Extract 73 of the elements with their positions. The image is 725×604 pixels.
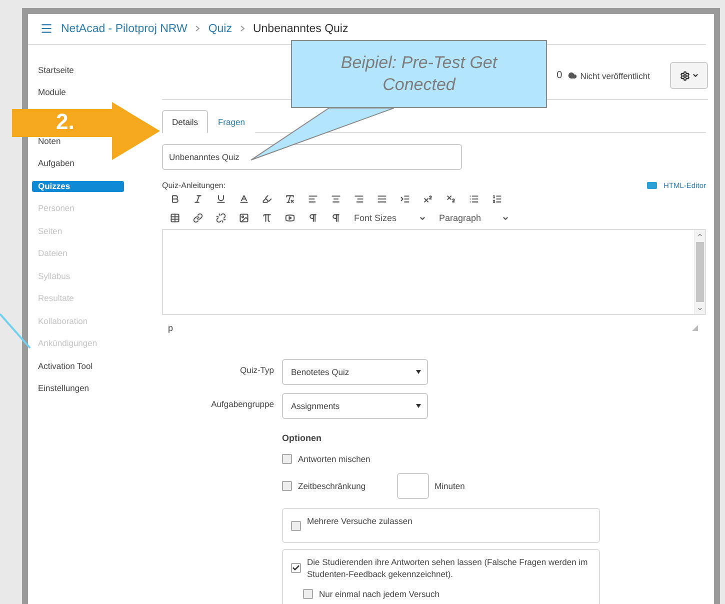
video-icon[interactable] — [285, 213, 295, 223]
breadcrumb-current: Unbenanntes Quiz — [252, 22, 348, 35]
font-size-dropdown[interactable]: Font Sizes — [354, 213, 426, 223]
select-field[interactable]: Assignments — [282, 392, 428, 418]
unit-label: Minuten — [434, 480, 465, 490]
settings-icon — [680, 70, 690, 80]
breadcrumb-link[interactable]: NetAcad - Pilotproj NRW — [61, 22, 188, 35]
superscript-icon[interactable] — [423, 194, 433, 204]
scroll-down-icon[interactable] — [697, 306, 703, 312]
breadcrumb-link[interactable]: Quiz — [208, 22, 232, 35]
option-label: Mehrere Versuche zulassen — [307, 514, 412, 528]
subscript-icon[interactable] — [446, 194, 456, 204]
cloud-icon — [568, 71, 578, 80]
sidebar-item[interactable]: Quizzes — [32, 180, 124, 192]
options-heading: Optionen — [282, 432, 322, 442]
select-field[interactable]: Benotetes Quiz — [282, 358, 428, 384]
link-icon[interactable] — [193, 213, 203, 223]
editor-label: Quiz-Anleitungen: — [162, 180, 226, 190]
highlighter-icon[interactable] — [262, 194, 272, 204]
resize-handle-icon[interactable] — [692, 324, 698, 330]
tab[interactable]: Details — [162, 110, 208, 132]
pilcrow-icon[interactable] — [308, 213, 318, 223]
option-label: Zeitbeschränkung — [298, 480, 366, 490]
scrollbar[interactable] — [694, 230, 705, 314]
checkbox[interactable] — [291, 562, 301, 572]
chevron-icon — [240, 25, 245, 32]
text-color-icon[interactable] — [239, 194, 249, 204]
points-text: 0 — [556, 70, 562, 81]
caret-icon — [502, 214, 509, 222]
option-label: Antworten mischen — [298, 454, 370, 464]
scroll-up-icon[interactable] — [697, 232, 703, 238]
align-center-icon[interactable] — [331, 194, 341, 204]
element-path: p — [168, 322, 174, 332]
minutes-field[interactable] — [396, 472, 429, 498]
clear-format-icon[interactable] — [285, 194, 295, 204]
checkbox[interactable] — [282, 480, 292, 490]
indent-icon[interactable] — [400, 194, 410, 204]
sidebar-item[interactable]: Noten — [32, 136, 61, 146]
justify-icon[interactable] — [377, 194, 387, 204]
checkbox[interactable] — [282, 454, 292, 464]
unlink-icon[interactable] — [216, 213, 226, 223]
numbered-list-icon[interactable] — [492, 194, 502, 204]
align-right-icon[interactable] — [354, 194, 364, 204]
menu-icon[interactable] — [40, 22, 53, 36]
sidebar-item[interactable]: Module — [32, 87, 66, 98]
table-icon[interactable] — [170, 213, 180, 223]
pi-icon[interactable] — [262, 213, 272, 223]
chevron-icon — [195, 25, 200, 32]
title-field[interactable]: Unbenanntes Quiz — [162, 144, 462, 170]
settings-button[interactable] — [670, 62, 708, 89]
caret-icon — [416, 370, 421, 374]
sidebar-item[interactable]: Einstellungen — [32, 383, 90, 394]
checkbox[interactable] — [291, 520, 301, 530]
option-label: Die Studierenden ihre Antworten sehen lassen (Falsche Fragen werden im Studenten-Feedback gekennzeichnet). — [307, 556, 589, 581]
checkbox[interactable] — [303, 589, 313, 599]
align-left-icon[interactable] — [308, 194, 318, 204]
sidebar-item[interactable]: Startseite — [32, 64, 74, 76]
sidebar-item[interactable]: Activation Tool — [32, 360, 93, 372]
sidebar-item[interactable]: Aufgaben — [32, 158, 74, 169]
field-label: Aufgabengruppe — [210, 398, 274, 408]
caret-icon — [419, 214, 426, 222]
underline-icon[interactable] — [216, 194, 226, 204]
italic-icon[interactable] — [193, 194, 203, 204]
caret-icon — [692, 72, 698, 79]
image-icon[interactable] — [239, 213, 249, 223]
bullet-list-icon[interactable] — [469, 194, 479, 204]
bold-icon[interactable] — [170, 194, 180, 204]
field-label: Quiz-Typ — [238, 364, 274, 374]
option-label: Nur einmal nach jedem Versuch — [319, 589, 440, 599]
caret-icon — [416, 404, 421, 408]
paragraph-dropdown[interactable]: Paragraph — [439, 213, 509, 223]
step-number: 2. — [56, 109, 74, 135]
pilcrow-icon[interactable] — [331, 213, 341, 223]
